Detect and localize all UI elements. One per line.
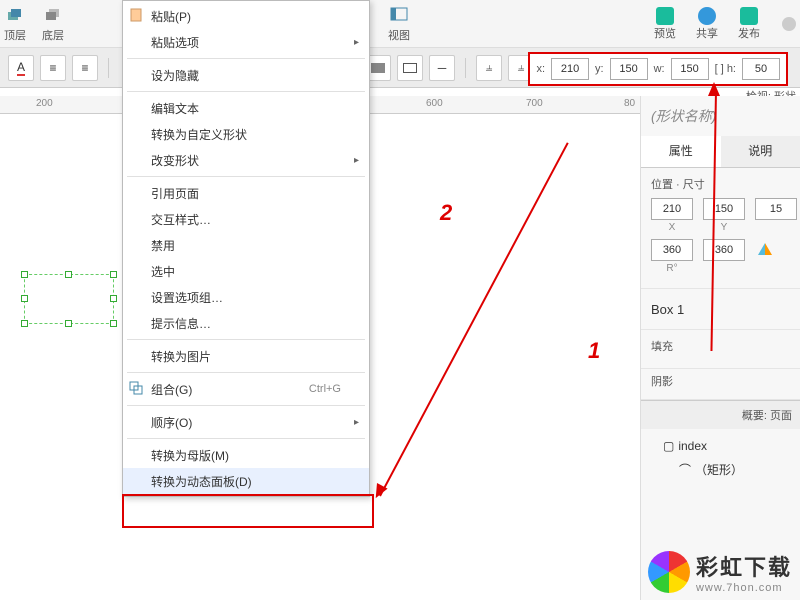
tab-notes[interactable]: 说明: [721, 136, 800, 167]
ctx-paste-options[interactable]: 粘贴选项: [123, 29, 369, 55]
layers-back-icon: [43, 5, 63, 25]
inspector-tabs: 属性 说明: [641, 136, 800, 168]
y-input[interactable]: [610, 58, 648, 80]
annotation-number-2: 2: [440, 200, 452, 226]
publish-button[interactable]: 发布: [732, 5, 766, 43]
watermark: 彩虹下载 www.7hon.com: [648, 550, 792, 594]
align-button[interactable]: ≡: [40, 55, 66, 81]
ctx-to-master[interactable]: 转换为母版(M): [123, 442, 369, 468]
position-size-readout: x: y: w: [ ] h:: [528, 52, 788, 86]
separator: [127, 58, 365, 59]
shape-icon: ⌒: [679, 461, 691, 478]
position-size-section: 位置 · 尺寸 X Y R°: [641, 168, 800, 289]
resize-handle[interactable]: [110, 271, 117, 278]
ctx-paste[interactable]: 粘贴(P): [123, 3, 369, 29]
flip-icon[interactable]: [755, 239, 775, 274]
top-layer-button[interactable]: 顶层: [4, 5, 26, 43]
inspector-panel: (形状名称) 属性 说明 位置 · 尺寸 X Y R° 填充 阴影 概要: 页面…: [640, 96, 800, 600]
resize-handle[interactable]: [110, 295, 117, 302]
ctx-select[interactable]: 选中: [123, 258, 369, 284]
view-icon: [389, 5, 409, 25]
separator: [127, 176, 365, 177]
bottom-layer-button[interactable]: 底层: [42, 5, 64, 43]
shadow-section-label: 阴影: [651, 373, 790, 389]
ctx-edit-text[interactable]: 编辑文本: [123, 95, 369, 121]
page-icon: ▢: [663, 439, 674, 453]
panel-r1-input[interactable]: [651, 239, 693, 261]
panel-r2-input[interactable]: [703, 239, 745, 261]
ctx-set-option-group[interactable]: 设置选项组…: [123, 284, 369, 310]
rainbow-logo-icon: [648, 551, 690, 593]
resize-handle[interactable]: [21, 295, 28, 302]
ctx-ref-page[interactable]: 引用页面: [123, 180, 369, 206]
text-color-button[interactable]: A: [8, 55, 34, 81]
outline-tree: ▢ index ⌒ （矩形）: [641, 429, 800, 488]
panel-x-input[interactable]: [651, 198, 693, 220]
resize-handle[interactable]: [21, 320, 28, 327]
view-button[interactable]: 视图: [388, 5, 410, 43]
separator: [127, 372, 365, 373]
annotation-number-1: 1: [588, 338, 600, 364]
widget-name-input[interactable]: [651, 297, 790, 321]
separator: [127, 339, 365, 340]
ctx-group[interactable]: 组合(G) Ctrl+G: [123, 376, 369, 402]
align-left-button[interactable]: ⫨: [476, 55, 502, 81]
panel-w-input[interactable]: [755, 198, 797, 220]
border-button[interactable]: [397, 55, 423, 81]
h-input[interactable]: [742, 58, 780, 80]
x-label: x:: [536, 63, 545, 75]
main-toolbar: 顶层 底层 取消锁定 视图 预览 共享 发布: [0, 0, 800, 48]
ctx-to-image[interactable]: 转换为图片: [123, 343, 369, 369]
ctx-to-dynamic-panel[interactable]: 转换为动态面板(D): [123, 468, 369, 494]
watermark-title: 彩虹下载: [696, 550, 792, 582]
panel-y-input[interactable]: [703, 198, 745, 220]
download-icon: [740, 7, 758, 25]
ctx-set-hidden[interactable]: 设为隐藏: [123, 62, 369, 88]
w-input[interactable]: [671, 58, 709, 80]
valign-button[interactable]: ≡: [72, 55, 98, 81]
group-icon: [129, 381, 145, 397]
y-label: y:: [595, 63, 604, 75]
ctx-hint[interactable]: 提示信息…: [123, 310, 369, 336]
shape-name-placeholder[interactable]: (形状名称): [641, 96, 800, 136]
h-label: [ ] h:: [715, 63, 736, 75]
resize-handle[interactable]: [21, 271, 28, 278]
outline-item-shape[interactable]: ⌒ （矩形）: [649, 457, 792, 482]
separator: [127, 91, 365, 92]
user-icon[interactable]: [782, 17, 796, 31]
ctx-to-custom-shape: 转换为自定义形状: [123, 121, 369, 147]
separator: [127, 438, 365, 439]
separator: [127, 405, 365, 406]
share-button[interactable]: 共享: [690, 5, 724, 43]
preview-button[interactable]: 预览: [648, 5, 682, 43]
tab-properties[interactable]: 属性: [641, 136, 721, 167]
fill-section-label: 填充: [651, 338, 790, 354]
ctx-disable[interactable]: 禁用: [123, 232, 369, 258]
context-menu: 粘贴(P) 粘贴选项 设为隐藏 编辑文本 转换为自定义形状 改变形状 引用页面 …: [122, 0, 370, 497]
watermark-url: www.7hon.com: [696, 582, 792, 594]
x-input[interactable]: [551, 58, 589, 80]
play-icon: [656, 7, 674, 25]
w-label: w:: [654, 63, 665, 75]
layers-icon: [5, 5, 25, 25]
outline-item-page[interactable]: ▢ index: [649, 435, 792, 457]
resize-handle[interactable]: [110, 320, 117, 327]
cloud-icon: [698, 7, 716, 25]
ctx-change-shape[interactable]: 改变形状: [123, 147, 369, 173]
resize-handle[interactable]: [65, 271, 72, 278]
ctx-interaction[interactable]: 交互样式…: [123, 206, 369, 232]
outline-header[interactable]: 概要: 页面: [641, 400, 800, 429]
line-style-button[interactable]: ─: [429, 55, 455, 81]
ctx-order[interactable]: 顺序(O): [123, 409, 369, 435]
paste-icon: [129, 8, 145, 24]
resize-handle[interactable]: [65, 320, 72, 327]
selected-shape[interactable]: [24, 274, 114, 324]
